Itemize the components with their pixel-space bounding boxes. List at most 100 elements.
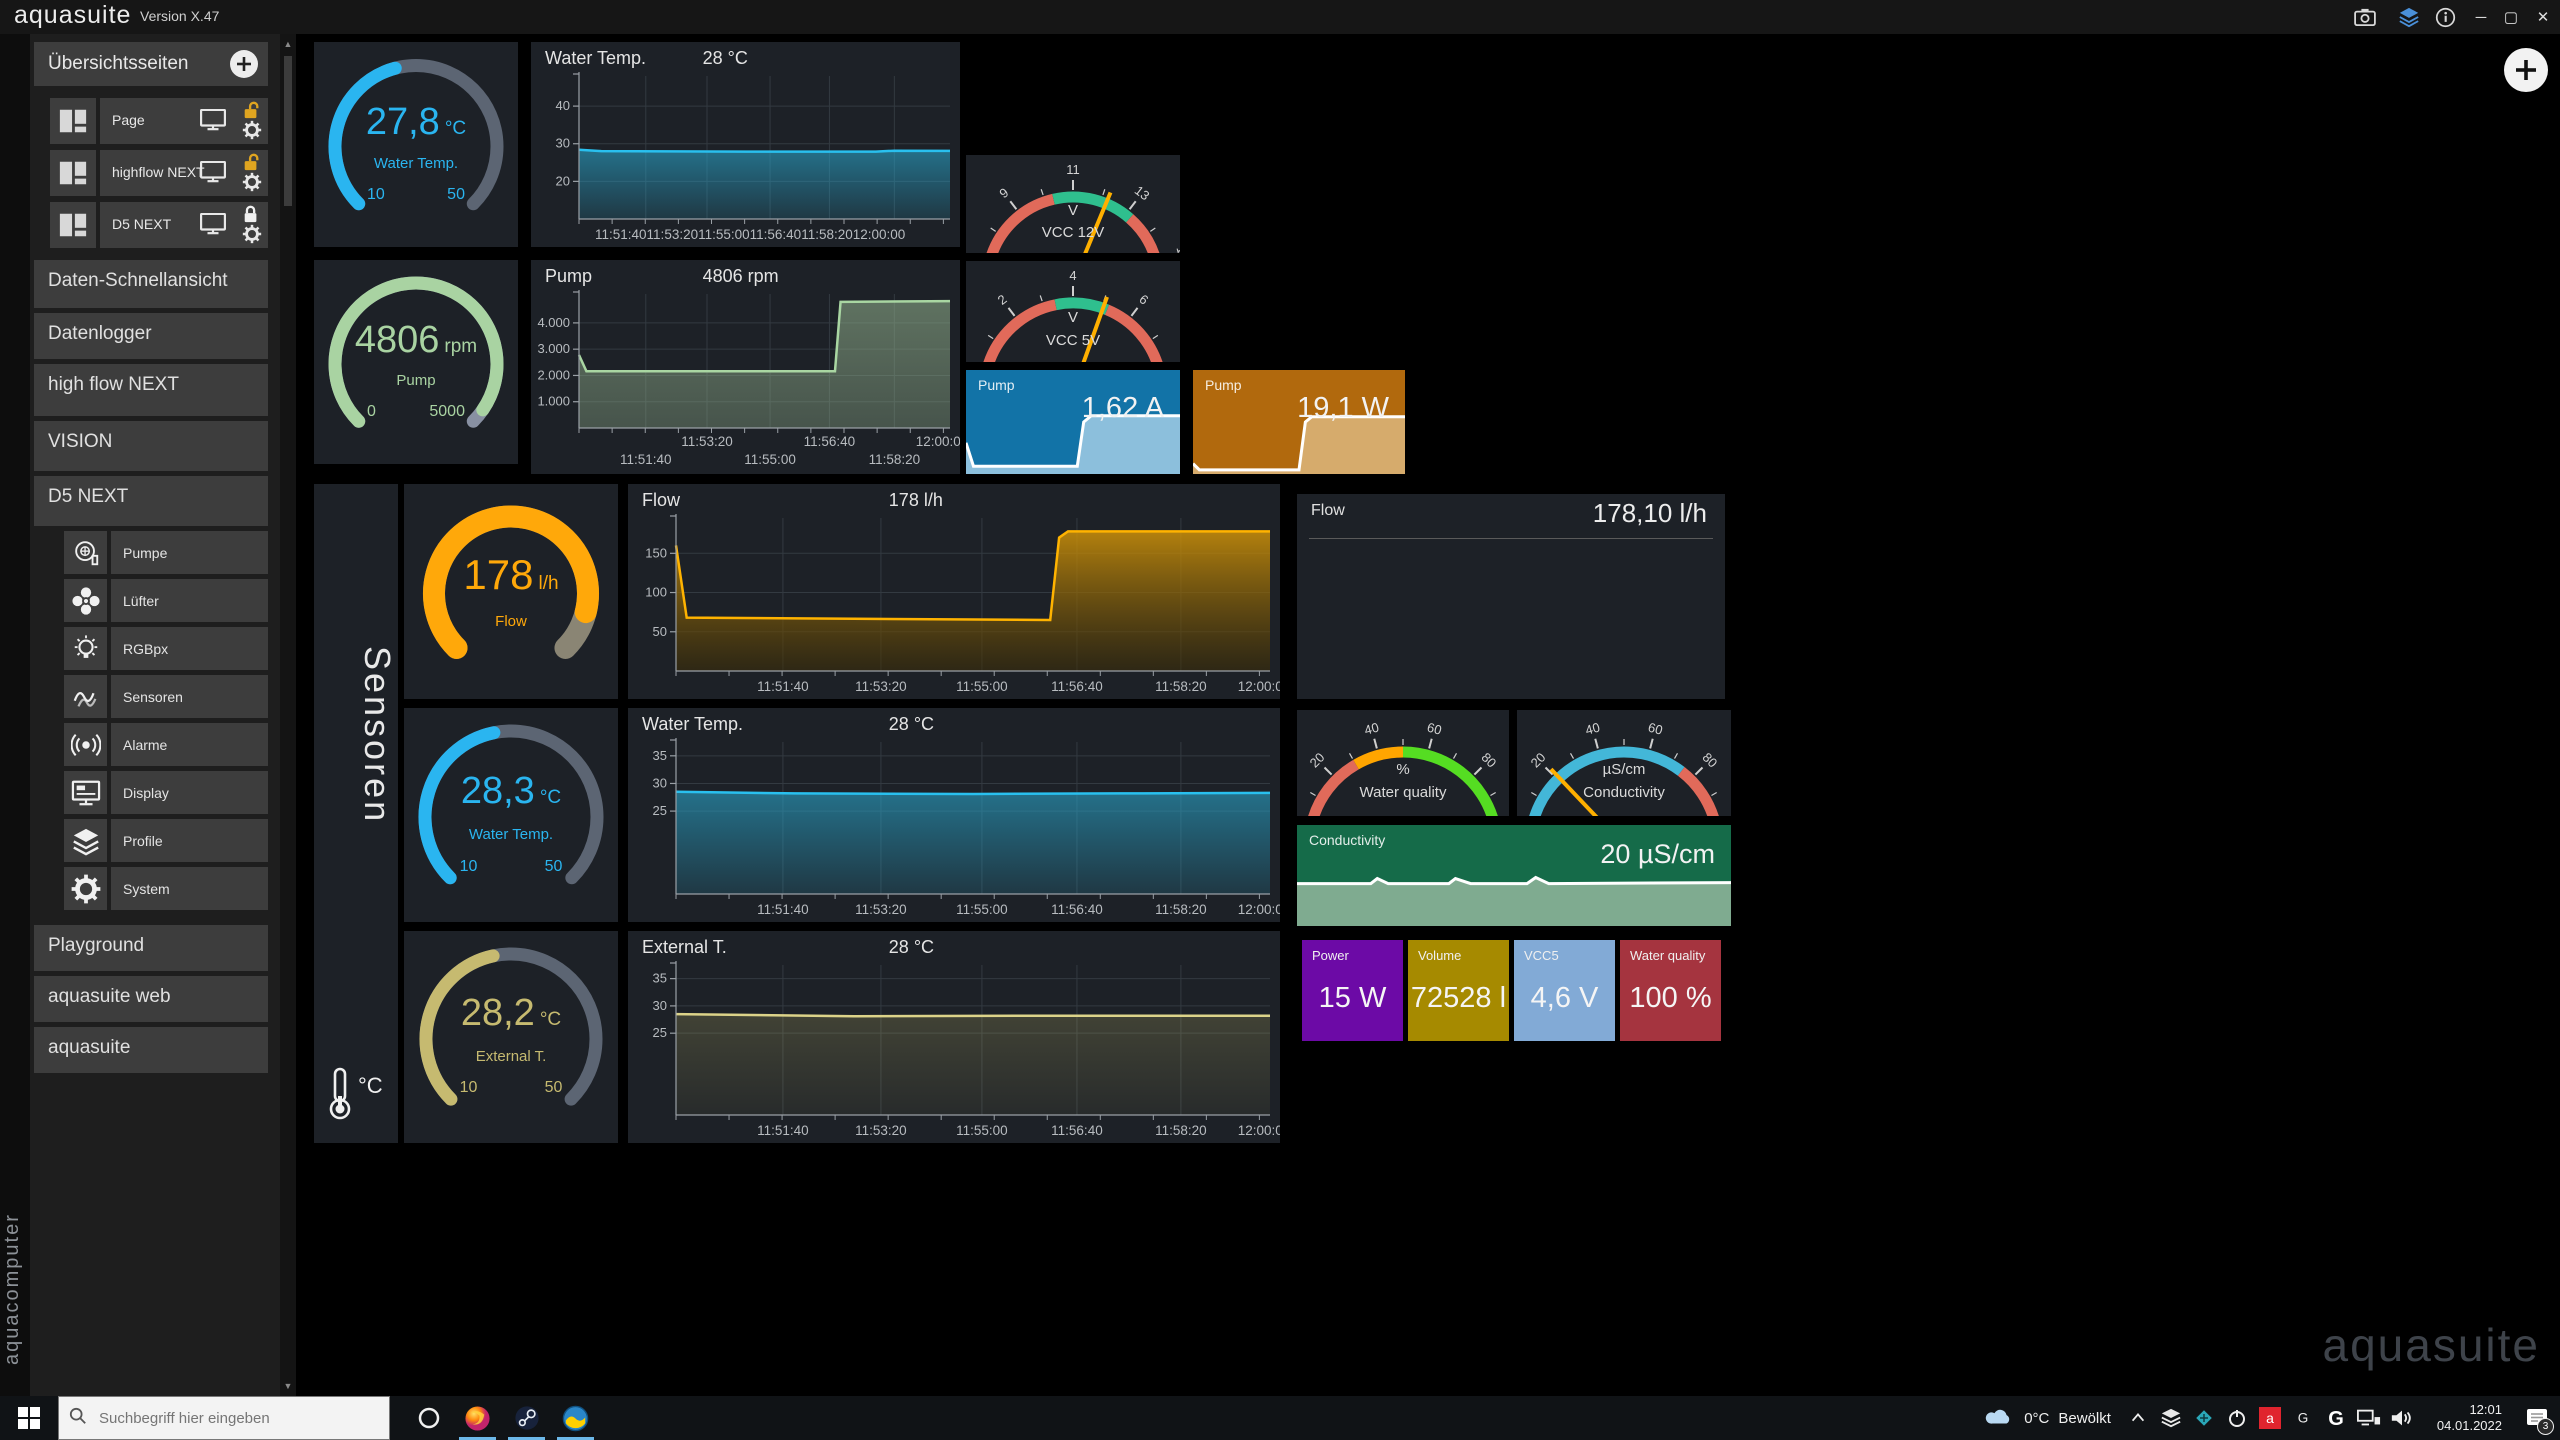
svg-text:15: 15 bbox=[1174, 245, 1180, 253]
sidebar-item-profile[interactable]: Profile bbox=[34, 819, 268, 863]
page-item-body[interactable]: D5 NEXT bbox=[100, 202, 268, 248]
page-item-body[interactable]: Page bbox=[100, 98, 268, 144]
overlay-layers-icon[interactable] bbox=[2396, 5, 2422, 29]
tray-volume-icon[interactable] bbox=[2389, 1405, 2415, 1431]
tile-pump-w: Pump19,1 W bbox=[1193, 370, 1405, 474]
svg-text:30: 30 bbox=[653, 998, 667, 1013]
sidebar-page-item[interactable]: highflow NEXT bbox=[34, 150, 268, 198]
sidebar-section-datenlogger[interactable]: Datenlogger bbox=[34, 313, 268, 359]
tray-diamond-icon[interactable] bbox=[2191, 1405, 2217, 1431]
sidebar-section-vision[interactable]: VISION bbox=[34, 421, 268, 471]
sidebar-page-item[interactable]: Page bbox=[34, 98, 268, 146]
notification-center-button[interactable]: 3 bbox=[2514, 1396, 2560, 1440]
tray-amd-icon[interactable]: a bbox=[2257, 1405, 2283, 1431]
sidebar-section-daten-schnellansicht[interactable]: Daten-Schnellansicht bbox=[34, 260, 268, 308]
sidebar-item-system[interactable]: System bbox=[34, 867, 268, 911]
screenshot-camera-icon[interactable] bbox=[2352, 5, 2378, 29]
chart-current-value: 4806 rpm bbox=[703, 266, 779, 287]
sidebar-item-pumpe[interactable]: Pumpe bbox=[34, 531, 268, 575]
info-icon[interactable] bbox=[2432, 5, 2458, 29]
weather-widget[interactable]: 0°C Bewölkt bbox=[1985, 1406, 2111, 1430]
divider-line bbox=[1309, 538, 1713, 539]
monitor-icon bbox=[200, 213, 226, 240]
svg-text:12:00:00: 12:00:00 bbox=[1238, 902, 1280, 917]
steam-icon[interactable] bbox=[502, 1396, 551, 1440]
gauge-value-unit: °C bbox=[445, 118, 466, 139]
svg-text:11:53:20: 11:53:20 bbox=[855, 902, 907, 917]
scroll-down-icon[interactable]: ▼ bbox=[280, 1378, 296, 1394]
app-logo: aquasuite bbox=[14, 1, 131, 30]
sidebar-item-alarme[interactable]: Alarme bbox=[34, 723, 268, 767]
stat-tile-volume: Volume72528 l bbox=[1408, 940, 1509, 1041]
spark-tile-value: 19,1 W bbox=[1297, 392, 1389, 425]
close-button[interactable]: ✕ bbox=[2528, 0, 2558, 34]
svg-text:11:55:00: 11:55:00 bbox=[956, 679, 1008, 694]
search-icon bbox=[69, 1407, 87, 1430]
tray-aquasuite-layers-icon[interactable] bbox=[2158, 1405, 2184, 1431]
firefox-icon[interactable] bbox=[453, 1396, 502, 1440]
sidebar-section-aquasuite-web[interactable]: aquasuite web bbox=[34, 976, 268, 1022]
add-page-button[interactable] bbox=[230, 50, 258, 78]
analog-unit-text: µS/cm bbox=[1603, 761, 1646, 778]
svg-text:1.000: 1.000 bbox=[537, 394, 570, 409]
subitem-body[interactable]: Alarme bbox=[111, 723, 268, 766]
svg-text:12:00:00: 12:00:00 bbox=[1238, 679, 1280, 694]
svg-text:11:53:20: 11:53:20 bbox=[681, 434, 733, 449]
gauge-max: 50 bbox=[545, 1079, 563, 1096]
maximize-button[interactable]: ▢ bbox=[2496, 0, 2526, 34]
subitem-body[interactable]: Lüfter bbox=[111, 579, 268, 622]
tile-wt2-ring: 28,3°CWater Temp.1050 bbox=[404, 708, 618, 922]
minimize-button[interactable]: ─ bbox=[2466, 0, 2496, 34]
tray-chevron-up-icon[interactable] bbox=[2125, 1405, 2151, 1431]
svg-text:6: 6 bbox=[1136, 291, 1151, 307]
sidebar-item-rgbpx[interactable]: RGBpx bbox=[34, 627, 268, 671]
gear-icon[interactable] bbox=[242, 224, 262, 249]
subitem-body[interactable]: Display bbox=[111, 771, 268, 814]
sidebar-section-aquasuite[interactable]: aquasuite bbox=[34, 1027, 268, 1073]
sidebar-item-sensoren[interactable]: Sensoren bbox=[34, 675, 268, 719]
gauge-label-text: Pump bbox=[396, 372, 435, 389]
taskbar-clock[interactable]: 12:01 04.01.2022 bbox=[2437, 1402, 2502, 1434]
start-button[interactable] bbox=[0, 1396, 58, 1440]
sidebar-section-playground[interactable]: Playground bbox=[34, 925, 268, 971]
search-input[interactable] bbox=[97, 1409, 361, 1428]
subitem-body[interactable]: Profile bbox=[111, 819, 268, 862]
gear-icon[interactable] bbox=[242, 120, 262, 145]
svg-text:20: 20 bbox=[556, 173, 570, 188]
aquasuite-taskbar-icon[interactable] bbox=[551, 1396, 600, 1440]
stat-tile-water-quality: Water quality100 % bbox=[1620, 940, 1721, 1041]
sidebar-section-high-flow-next[interactable]: high flow NEXT bbox=[34, 364, 268, 416]
scroll-up-icon[interactable]: ▲ bbox=[280, 36, 296, 52]
sidebar-section-d5-next[interactable]: D5 NEXT bbox=[34, 476, 268, 526]
svg-text:11:51:40: 11:51:40 bbox=[757, 902, 809, 917]
cortana-icon[interactable] bbox=[404, 1396, 453, 1440]
gauge-min-label: 0 bbox=[367, 403, 376, 421]
gauge-min-label: 10 bbox=[460, 1079, 478, 1097]
add-widget-button[interactable] bbox=[2504, 48, 2548, 92]
tray-power-icon[interactable] bbox=[2224, 1405, 2250, 1431]
gauge-min-label: 10 bbox=[460, 858, 478, 876]
gear-icon[interactable] bbox=[242, 172, 262, 197]
scrollbar-thumb[interactable] bbox=[284, 56, 292, 206]
gauge-value: 4806rpm bbox=[314, 319, 518, 362]
sidebar-scrollbar[interactable]: ▲ ▼ bbox=[280, 34, 296, 1396]
tray-logitech-icon[interactable]: G bbox=[2290, 1405, 2316, 1431]
svg-text:11:58:20: 11:58:20 bbox=[869, 452, 921, 467]
taskbar-search[interactable] bbox=[58, 1396, 390, 1440]
subitem-label: RGBpx bbox=[123, 641, 168, 657]
sidebar-item-lüfter[interactable]: Lüfter bbox=[34, 579, 268, 623]
stat-tile-label: Water quality bbox=[1630, 948, 1705, 963]
tile-pump-chart: 1.0002.0003.0004.00011:51:4011:53:2011:5… bbox=[531, 260, 960, 474]
sidebar-item-display[interactable]: Display bbox=[34, 771, 268, 815]
page-item-body[interactable]: highflow NEXT bbox=[100, 150, 268, 196]
sidebar-page-item[interactable]: D5 NEXT bbox=[34, 202, 268, 250]
tray-network-icon[interactable] bbox=[2356, 1405, 2382, 1431]
tray-logitech-g-icon[interactable]: G bbox=[2323, 1405, 2349, 1431]
subitem-body[interactable]: Pumpe bbox=[111, 531, 268, 574]
analog-gauge-name: Conductivity bbox=[1517, 784, 1731, 801]
subitem-body[interactable]: RGBpx bbox=[111, 627, 268, 670]
subitem-body[interactable]: System bbox=[111, 867, 268, 910]
subitem-label: Lüfter bbox=[123, 593, 159, 609]
subitem-body[interactable]: Sensoren bbox=[111, 675, 268, 718]
page-item-label: Page bbox=[112, 112, 145, 128]
